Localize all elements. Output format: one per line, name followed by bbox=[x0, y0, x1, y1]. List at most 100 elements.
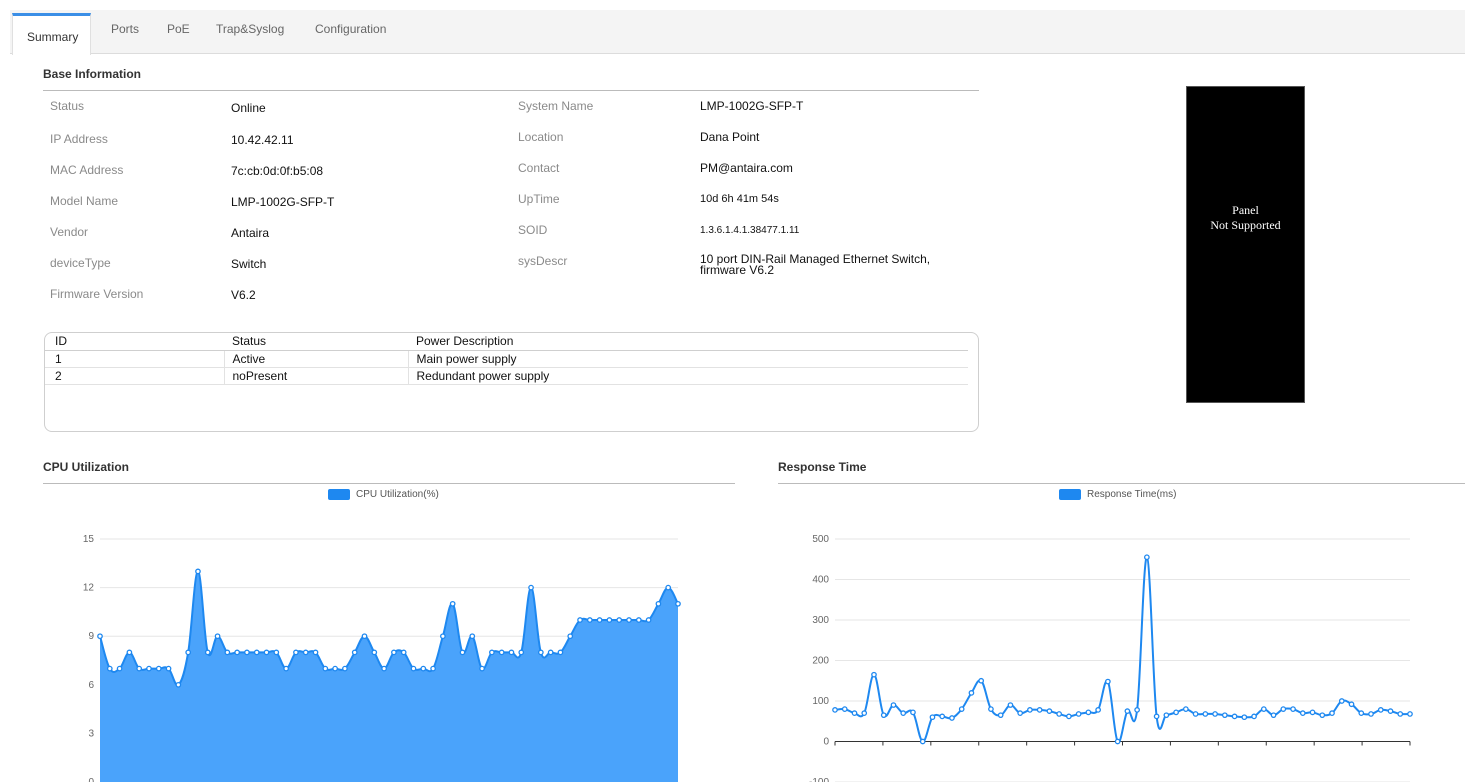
base-information-rule bbox=[43, 90, 979, 91]
data-point bbox=[841, 706, 848, 712]
data-point bbox=[606, 617, 613, 623]
data-point bbox=[1017, 710, 1024, 716]
y-tick-label: 15 bbox=[83, 534, 95, 545]
model-name-label: Model Name bbox=[50, 194, 119, 208]
row2-status: noPresent bbox=[224, 367, 409, 385]
tab-poe[interactable]: PoE bbox=[167, 22, 190, 36]
panel-text-line1: Panel bbox=[1232, 203, 1259, 217]
data-point bbox=[204, 649, 211, 656]
response-legend-swatch[interactable] bbox=[1059, 489, 1081, 500]
device-panel: Panel Not Supported bbox=[1186, 86, 1305, 403]
data-point bbox=[900, 710, 907, 716]
header-id: ID bbox=[45, 333, 224, 351]
window-top-strip bbox=[0, 0, 1465, 10]
data-point bbox=[391, 649, 397, 656]
tab-ports[interactable]: Ports bbox=[111, 22, 139, 36]
device-type-value: Switch bbox=[231, 257, 267, 271]
model-name-value: LMP-1002G-SFP-T bbox=[231, 195, 335, 209]
data-point bbox=[410, 665, 417, 672]
data-point bbox=[1280, 706, 1287, 712]
response-legend-label[interactable]: Response Time(ms) bbox=[1087, 489, 1176, 500]
device-type-label: deviceType bbox=[50, 256, 111, 270]
y-tick-label: 6 bbox=[88, 680, 94, 691]
vendor-label: Vendor bbox=[50, 225, 89, 239]
data-point bbox=[958, 706, 965, 712]
data-point bbox=[97, 633, 103, 640]
data-point bbox=[1027, 707, 1033, 713]
row1-id: 1 bbox=[45, 350, 225, 368]
data-point bbox=[116, 665, 123, 672]
data-point bbox=[635, 617, 642, 623]
header-power-description: Power Description bbox=[408, 333, 968, 351]
cpu-utilization-title: CPU Utilization bbox=[43, 460, 129, 474]
y-tick-label: -100 bbox=[809, 777, 829, 782]
contact-value: PM@antaira.com bbox=[700, 161, 793, 175]
data-point bbox=[351, 649, 358, 656]
response-time-chart: -100 0 100 200 300 400 500 bbox=[809, 534, 1413, 782]
data-point bbox=[1114, 738, 1121, 745]
data-point bbox=[498, 649, 505, 656]
data-point bbox=[645, 617, 652, 623]
cpu-legend-label[interactable]: CPU Utilization(%) bbox=[356, 489, 439, 500]
row1-status: Active bbox=[224, 350, 409, 368]
data-point bbox=[1348, 701, 1355, 708]
data-point bbox=[1407, 711, 1413, 717]
data-point bbox=[626, 617, 632, 623]
data-point bbox=[675, 600, 681, 607]
y-tick-label: 300 bbox=[812, 615, 829, 626]
data-point bbox=[1153, 713, 1160, 720]
data-point bbox=[1290, 706, 1296, 712]
data-point bbox=[518, 649, 525, 656]
data-point bbox=[381, 665, 387, 672]
tab-configuration[interactable]: Configuration bbox=[315, 22, 386, 36]
data-point bbox=[1299, 710, 1306, 716]
data-point bbox=[1212, 711, 1218, 717]
data-point bbox=[273, 649, 280, 656]
data-point bbox=[175, 681, 182, 688]
data-point bbox=[342, 665, 348, 672]
tab-bar: Summary Ports PoE Trap&Syslog Configurat… bbox=[10, 10, 1465, 55]
data-point bbox=[949, 715, 955, 721]
data-point bbox=[489, 649, 495, 656]
data-point bbox=[1358, 710, 1365, 716]
data-point bbox=[302, 649, 309, 656]
tab-trap-syslog[interactable]: Trap&Syslog bbox=[216, 22, 284, 36]
firmware-version-label: Firmware Version bbox=[50, 287, 144, 301]
data-point bbox=[1192, 711, 1199, 717]
data-point bbox=[185, 649, 192, 656]
row1-description: Main power supply bbox=[408, 350, 968, 368]
y-tick-label: 400 bbox=[812, 575, 829, 586]
data-point bbox=[1144, 554, 1150, 561]
ip-address-value: 10.42.42.11 bbox=[231, 133, 294, 147]
data-point bbox=[557, 649, 564, 656]
data-point bbox=[155, 665, 162, 672]
data-point bbox=[371, 649, 378, 656]
data-point bbox=[440, 633, 446, 640]
data-point bbox=[665, 584, 672, 591]
data-point bbox=[234, 649, 241, 656]
data-point bbox=[332, 665, 338, 672]
data-point bbox=[919, 738, 926, 745]
soid-label: SOID bbox=[518, 223, 548, 237]
data-point bbox=[361, 633, 368, 640]
data-point bbox=[195, 568, 201, 575]
data-point bbox=[459, 649, 466, 656]
data-point bbox=[1134, 707, 1140, 713]
tab-summary[interactable]: Summary bbox=[12, 13, 92, 55]
soid-value: 1.3.6.1.4.1.38477.1.11 bbox=[700, 225, 800, 236]
data-point bbox=[851, 710, 858, 716]
y-tick-label: 0 bbox=[823, 737, 829, 748]
data-point bbox=[479, 665, 485, 672]
data-point bbox=[106, 665, 113, 672]
table-row: 2 noPresent Redundant power supply bbox=[45, 367, 968, 385]
data-point bbox=[861, 710, 868, 716]
system-name-label: System Name bbox=[518, 99, 594, 113]
cpu-legend-swatch[interactable] bbox=[328, 489, 350, 500]
data-point bbox=[1066, 713, 1072, 720]
data-point bbox=[1202, 711, 1209, 717]
data-point bbox=[508, 649, 515, 656]
data-point bbox=[1231, 713, 1238, 720]
data-point bbox=[1260, 706, 1267, 712]
panel-text-line2: Not Supported bbox=[1210, 218, 1281, 232]
system-name-value: LMP-1002G-SFP-T bbox=[700, 99, 804, 113]
